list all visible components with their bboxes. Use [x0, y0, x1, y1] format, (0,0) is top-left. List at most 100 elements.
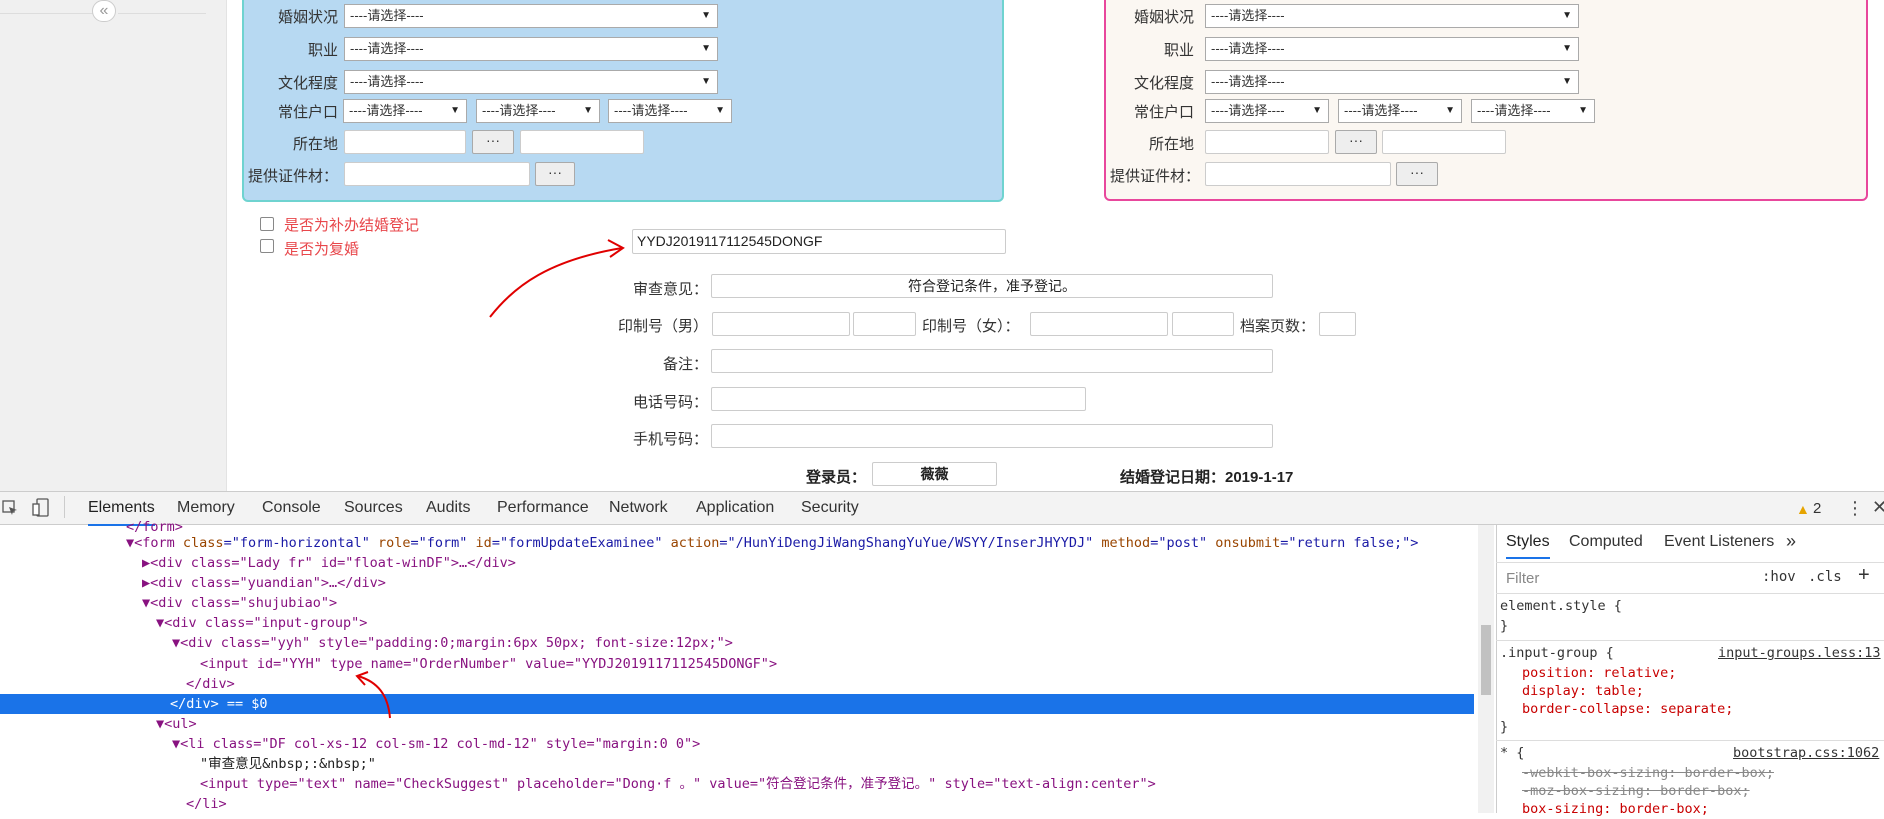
residence-province-select[interactable]: ----请选择---- ▼: [1205, 99, 1329, 123]
dom-line[interactable]: ▼<ul>: [156, 714, 197, 734]
dom-text-node[interactable]: "审查意见&nbsp;:&nbsp;": [200, 754, 376, 774]
print-number-male-label: 印制号（男）: [617, 318, 708, 335]
location-input[interactable]: [1205, 130, 1329, 154]
add-rule-icon[interactable]: +: [1858, 564, 1870, 587]
chevron-down-icon: ▼: [1562, 10, 1572, 21]
input-group-rule-selector[interactable]: .input-group {: [1500, 643, 1614, 663]
class-toggle[interactable]: .cls: [1808, 569, 1842, 585]
education-select[interactable]: ----请选择---- ▼: [1205, 70, 1579, 94]
chevron-down-icon: ▼: [583, 105, 593, 116]
location-detail-input[interactable]: [1382, 130, 1506, 154]
dom-line[interactable]: </div>: [186, 674, 235, 694]
print-number-male-suffix-input[interactable]: [853, 312, 916, 336]
tab-audits[interactable]: Audits: [426, 492, 470, 524]
rule-source-link[interactable]: bootstrap.css:1062: [1733, 743, 1879, 763]
sidebar-divider: [118, 13, 206, 14]
remarriage-label: 是否为复婚: [284, 241, 360, 258]
dom-scrollbar-thumb[interactable]: [1481, 625, 1491, 695]
residence-district-select[interactable]: ----请选择---- ▼: [608, 99, 732, 123]
notes-input[interactable]: [711, 349, 1273, 373]
phone-input[interactable]: [711, 387, 1086, 411]
tab-memory[interactable]: Memory: [177, 492, 235, 524]
dom-line[interactable]: ▼<div class="input-group">: [156, 613, 367, 633]
dom-line[interactable]: ▶<div class="Lady fr" id="float-winDF">……: [142, 553, 516, 573]
dom-line[interactable]: <input type="text" name="CheckSuggest" p…: [200, 774, 1156, 794]
chevron-down-icon: ▼: [701, 10, 711, 21]
location-detail-input[interactable]: [520, 130, 644, 154]
mobile-input[interactable]: [711, 424, 1273, 448]
css-property[interactable]: position: relative;: [1522, 663, 1676, 683]
rule-source-link[interactable]: input-groups.less:13: [1718, 643, 1881, 663]
css-property[interactable]: border-collapse: separate;: [1522, 699, 1733, 719]
print-number-female-input[interactable]: [1030, 312, 1168, 336]
tab-application[interactable]: Application: [696, 492, 774, 524]
dom-line[interactable]: <input id="YYH" type name="OrderNumber" …: [200, 654, 777, 674]
marital-select[interactable]: ----请选择---- ▼: [344, 4, 718, 28]
dom-line[interactable]: </li>: [186, 794, 227, 814]
inspect-element-icon[interactable]: [2, 500, 18, 516]
tab-performance[interactable]: Performance: [497, 492, 589, 524]
documents-input[interactable]: [1205, 162, 1391, 186]
css-property-overridden[interactable]: -webkit-box-sizing: border-box;: [1522, 763, 1774, 783]
element-style-rule[interactable]: element.style {: [1500, 596, 1622, 616]
remarriage-checkbox[interactable]: [260, 239, 274, 253]
sidebar: [0, 0, 227, 491]
chevron-down-icon: ▼: [1578, 105, 1588, 116]
print-number-male-input[interactable]: [712, 312, 850, 336]
tab-styles[interactable]: Styles: [1506, 533, 1550, 559]
tab-elements[interactable]: Elements: [88, 492, 155, 526]
residence-province-select[interactable]: ----请选择---- ▼: [343, 99, 467, 123]
chevron-down-icon: ▼: [1312, 105, 1322, 116]
operator-input[interactable]: 薇薇: [872, 462, 997, 486]
education-select[interactable]: ----请选择---- ▼: [344, 70, 718, 94]
tab-computed[interactable]: Computed: [1569, 533, 1643, 551]
css-property[interactable]: box-sizing: border-box;: [1522, 799, 1709, 819]
documents-picker-button[interactable]: ···: [535, 162, 575, 186]
print-number-female-suffix-input[interactable]: [1172, 312, 1234, 336]
warning-icon[interactable]: ▲: [1796, 501, 1810, 517]
order-number-input[interactable]: YYDJ2019117112545DONGF: [632, 229, 1006, 254]
dom-line[interactable]: ▼<div class="yyh" style="padding:0;margi…: [172, 633, 733, 653]
residence-city-select[interactable]: ----请选择---- ▼: [476, 99, 600, 123]
dom-line[interactable]: ▼<li class="DF col-xs-12 col-sm-12 col-m…: [172, 734, 700, 754]
css-property-overridden[interactable]: -moz-box-sizing: border-box;: [1522, 781, 1750, 801]
annotation-arrow-icon: [489, 239, 625, 318]
job-select[interactable]: ----请选择---- ▼: [344, 37, 718, 61]
tab-sources[interactable]: Sources: [344, 492, 403, 524]
styles-filter-input[interactable]: Filter: [1502, 567, 1752, 591]
supplement-registration-checkbox[interactable]: [260, 217, 274, 231]
collapse-sidebar-button[interactable]: «: [92, 0, 116, 22]
dom-line[interactable]: ▼<form class="form-horizontal" role="for…: [126, 533, 1418, 553]
css-property[interactable]: display: table;: [1522, 681, 1644, 701]
review-input[interactable]: 符合登记条件，准予登记。: [711, 274, 1273, 298]
device-toolbar-icon[interactable]: [32, 498, 50, 518]
divider: [1496, 740, 1884, 741]
marital-select[interactable]: ----请选择---- ▼: [1205, 4, 1579, 28]
dom-line[interactable]: ▶<div class="yuandian">…</div>: [142, 573, 386, 593]
archive-pages-input[interactable]: [1319, 312, 1356, 336]
tab-event-listeners[interactable]: Event Listeners: [1664, 533, 1774, 551]
location-input[interactable]: [344, 130, 466, 154]
documents-input[interactable]: [344, 162, 530, 186]
dom-line[interactable]: ▼<div class="shujubiao">: [142, 593, 337, 613]
more-tabs-icon[interactable]: »: [1786, 531, 1796, 552]
more-options-icon[interactable]: ⋮: [1846, 498, 1864, 519]
location-picker-button[interactable]: ···: [472, 130, 514, 154]
job-select[interactable]: ----请选择---- ▼: [1205, 37, 1579, 61]
chevron-down-icon: ▼: [1562, 76, 1572, 87]
residence-city-select[interactable]: ----请选择---- ▼: [1338, 99, 1462, 123]
rule-close-brace: }: [1500, 719, 1509, 735]
warning-count: 2: [1813, 500, 1822, 517]
location-label: 所在地: [292, 136, 338, 153]
dom-line-selected[interactable]: </div> == $0: [170, 694, 268, 714]
hover-state-toggle[interactable]: :hov: [1762, 569, 1796, 585]
tab-network[interactable]: Network: [609, 492, 668, 524]
close-icon[interactable]: ✕: [1872, 497, 1884, 518]
tab-security[interactable]: Security: [801, 492, 859, 524]
tab-console[interactable]: Console: [262, 492, 321, 524]
location-picker-button[interactable]: ···: [1335, 130, 1377, 154]
toolbar-divider: [64, 496, 65, 518]
documents-picker-button[interactable]: ···: [1396, 162, 1438, 186]
universal-rule-selector[interactable]: * {: [1500, 743, 1524, 763]
residence-district-select[interactable]: ----请选择---- ▼: [1471, 99, 1595, 123]
